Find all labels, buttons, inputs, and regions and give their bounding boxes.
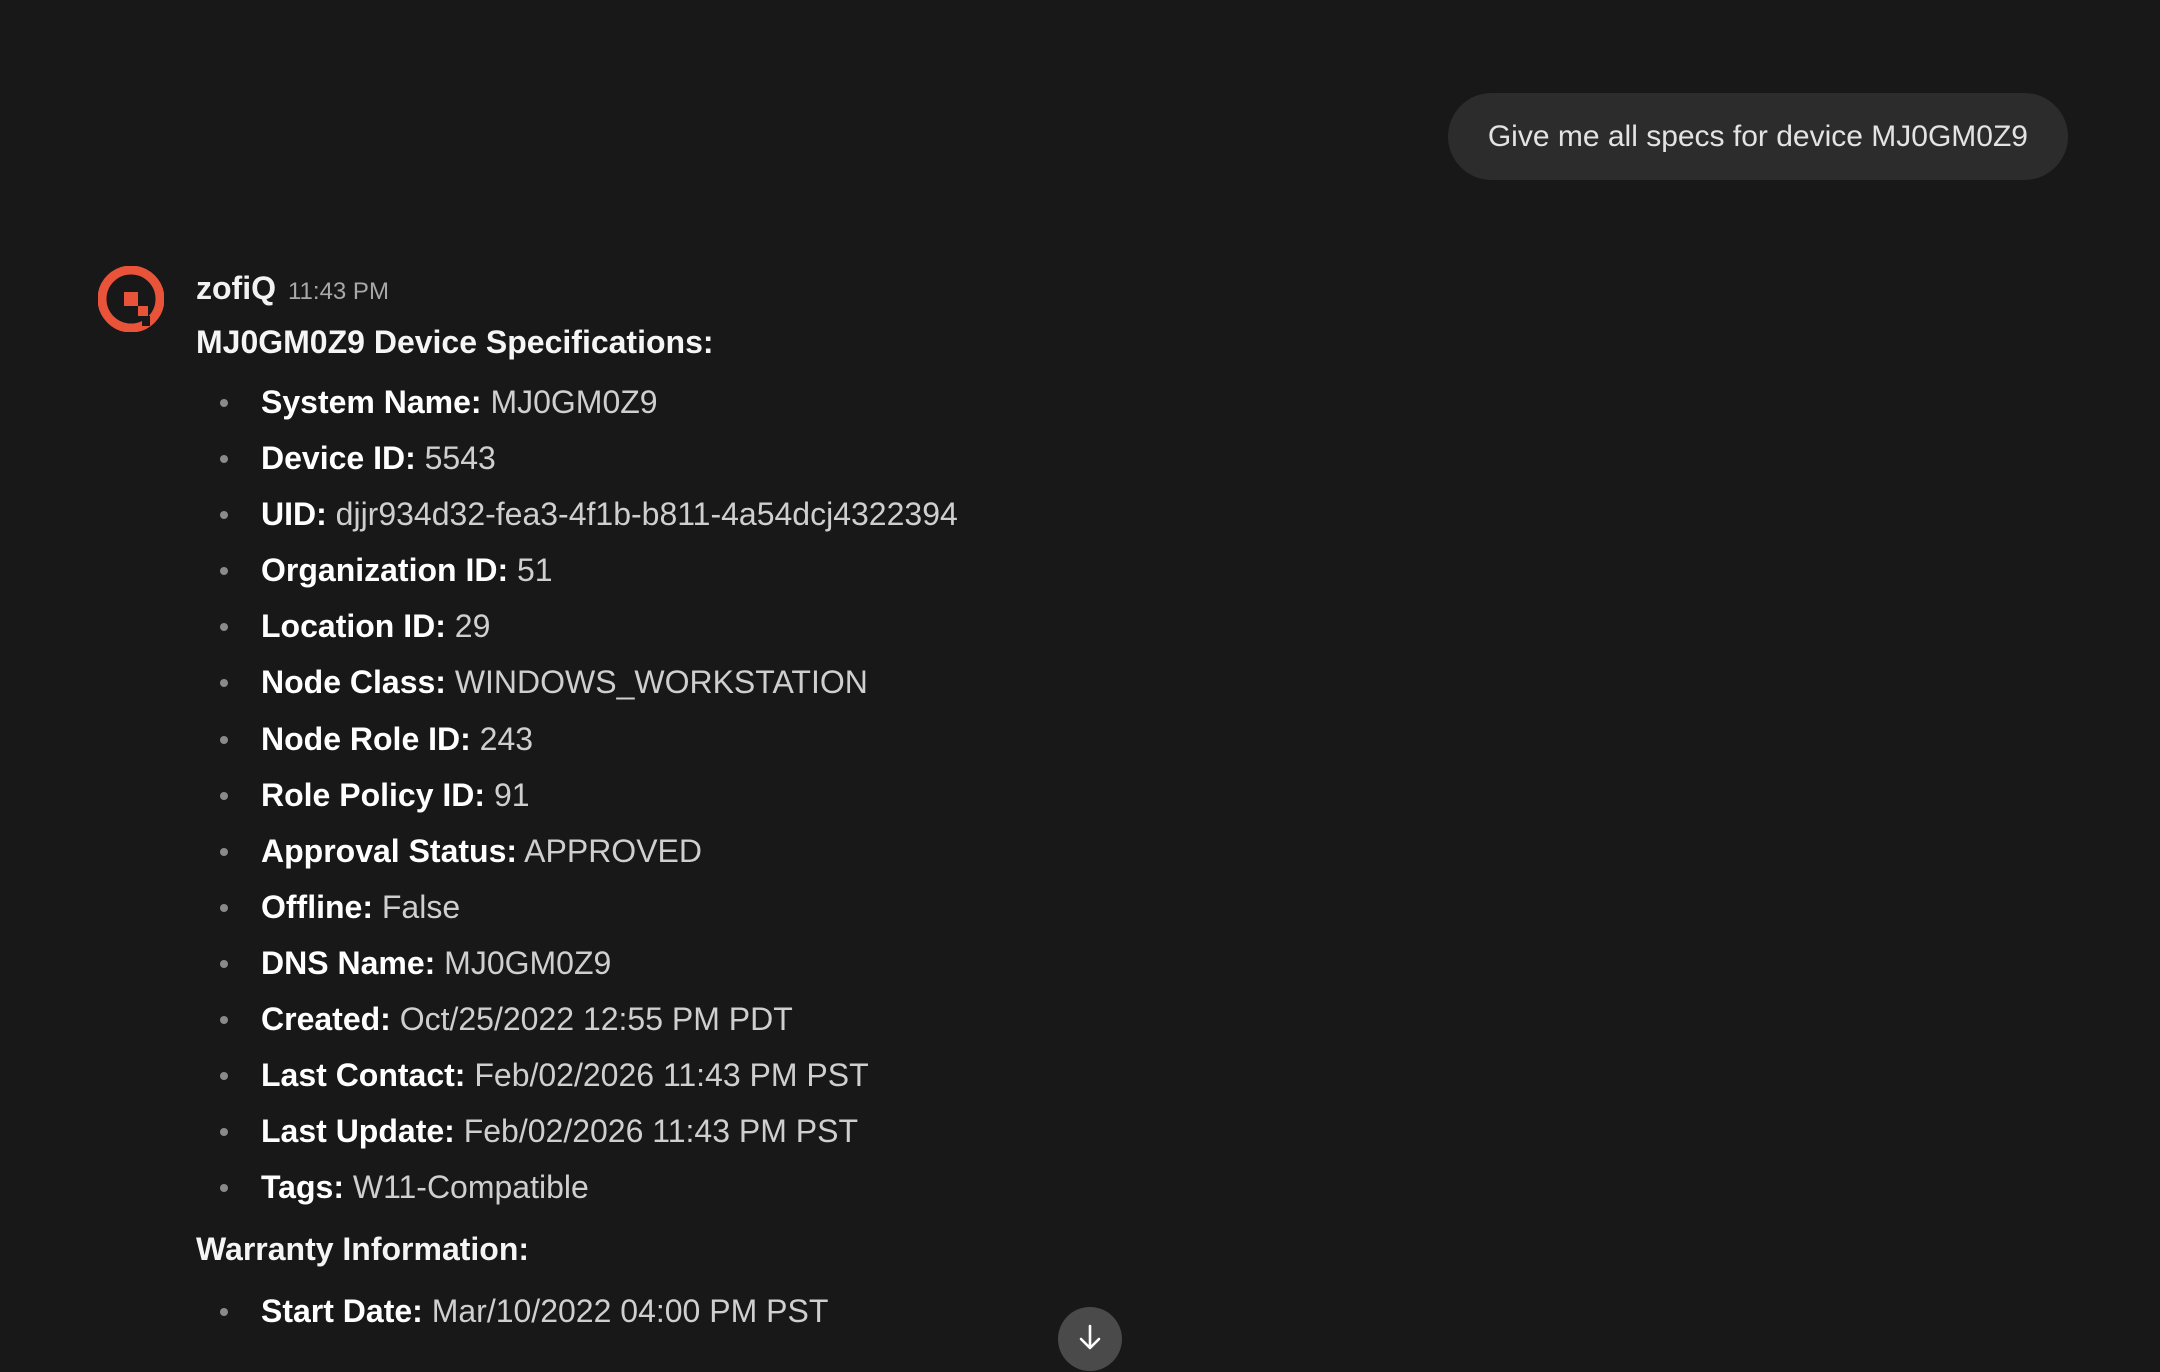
list-item: System Name: MJ0GM0Z9 bbox=[196, 374, 1696, 430]
bullet-icon bbox=[220, 791, 228, 800]
list-item: Role Policy ID: 91 bbox=[196, 767, 1696, 823]
spec-key: Location ID: bbox=[261, 608, 446, 645]
spec-value: 243 bbox=[479, 720, 534, 757]
bullet-icon bbox=[220, 679, 228, 688]
assistant-message: zofiQ 11:43 PM MJ0GM0Z9 Device Specifica… bbox=[196, 270, 1696, 1340]
bullet-icon bbox=[220, 735, 228, 744]
spec-key: Node Role ID: bbox=[261, 720, 471, 757]
spec-key: Tags: bbox=[261, 1169, 344, 1206]
spec-value: MJ0GM0Z9 bbox=[490, 384, 658, 420]
list-item: UID: djjr934d32-fea3-4f1b-b811-4a54dcj43… bbox=[196, 486, 1696, 542]
bullet-icon bbox=[220, 1072, 228, 1081]
bullet-icon bbox=[220, 959, 228, 968]
bullet-icon bbox=[220, 567, 228, 576]
spec-value: Feb/02/2026 11:43 PM PST bbox=[474, 1057, 869, 1094]
list-item: Created: Oct/25/2022 12:55 PM PDT bbox=[196, 991, 1696, 1047]
bullet-icon bbox=[220, 1016, 228, 1025]
bullet-icon bbox=[220, 511, 228, 520]
list-item: Offline: False bbox=[196, 879, 1696, 935]
warranty-title: Warranty Information: bbox=[196, 1231, 530, 1268]
list-item: Start Date: Mar/10/2022 04:00 PM PST bbox=[196, 1283, 1696, 1339]
spec-value: 51 bbox=[517, 552, 553, 589]
spec-value: False bbox=[381, 888, 461, 925]
spec-key: Role Policy ID: bbox=[261, 776, 486, 813]
zofiq-logo-icon bbox=[97, 265, 165, 333]
spec-value: Feb/02/2026 11:43 PM PST bbox=[463, 1113, 858, 1150]
spec-value: MJ0GM0Z9 bbox=[444, 944, 612, 981]
spec-value: W11-Compatible bbox=[352, 1169, 589, 1206]
list-item: Node Class: WINDOWS_WORKSTATION bbox=[196, 654, 1696, 710]
spec-value: 91 bbox=[493, 776, 530, 813]
message-header: zofiQ 11:43 PM bbox=[196, 270, 1696, 314]
spec-key: Device ID: bbox=[261, 440, 416, 477]
list-item: Node Role ID: 243 bbox=[196, 711, 1696, 767]
spec-key: System Name: bbox=[261, 384, 482, 420]
spec-key: Last Contact: bbox=[261, 1057, 466, 1094]
spec-key: Created: bbox=[261, 1001, 391, 1038]
spec-key: Last Update: bbox=[261, 1113, 455, 1150]
user-message-bubble: Give me all specs for device MJ0GM0Z9 bbox=[1447, 93, 2068, 180]
list-item: Device ID: 5543 bbox=[196, 430, 1696, 486]
spec-key: Approval Status: bbox=[261, 832, 518, 869]
spec-key: Organization ID: bbox=[261, 552, 509, 589]
specs-list: System Name: MJ0GM0Z9 Device ID: 5543 UID:… bbox=[196, 374, 1696, 1215]
spec-value: APPROVED bbox=[524, 832, 702, 869]
scroll-to-bottom-button[interactable] bbox=[1058, 1307, 1122, 1371]
spec-value: 5543 bbox=[424, 440, 496, 477]
spec-key: UID: bbox=[261, 496, 327, 533]
spec-key: Start Date: bbox=[261, 1293, 423, 1330]
bullet-icon bbox=[220, 1184, 228, 1193]
spec-value: Oct/25/2022 12:55 PM PDT bbox=[399, 1001, 793, 1038]
arrow-down-icon bbox=[1075, 1322, 1105, 1357]
user-message-text: Give me all specs for device MJ0GM0Z9 bbox=[1487, 119, 2028, 153]
spec-key: DNS Name: bbox=[261, 944, 436, 981]
spec-key: Offline: bbox=[261, 888, 373, 925]
spec-value: 29 bbox=[454, 608, 491, 645]
bullet-icon bbox=[220, 903, 228, 912]
list-item: Tags: W11-Compatible bbox=[196, 1159, 1696, 1215]
bullet-icon bbox=[220, 399, 228, 407]
list-item: Last Update: Feb/02/2026 11:43 PM PST bbox=[196, 1103, 1696, 1159]
message-timestamp: 11:43 PM bbox=[287, 278, 389, 305]
list-item: Location ID: 29 bbox=[196, 598, 1696, 654]
bullet-icon bbox=[220, 1308, 228, 1317]
bullet-icon bbox=[220, 847, 228, 856]
bullet-icon bbox=[220, 1128, 228, 1137]
spec-key: Node Class: bbox=[261, 664, 446, 701]
warranty-list: Start Date: Mar/10/2022 04:00 PM PST bbox=[196, 1283, 1696, 1339]
spec-value: djjr934d32-fea3-4f1b-b811-4a54dcj4322394 bbox=[335, 496, 958, 533]
bullet-icon bbox=[220, 623, 228, 632]
list-item: DNS Name: MJ0GM0Z9 bbox=[196, 935, 1696, 991]
assistant-name: zofiQ bbox=[196, 270, 276, 306]
chat-page: Give me all specs for device MJ0GM0Z9 zo… bbox=[0, 0, 2160, 1372]
specs-title: MJ0GM0Z9 Device Specifications: bbox=[196, 324, 714, 360]
spec-value: WINDOWS_WORKSTATION bbox=[454, 664, 868, 701]
bullet-icon bbox=[220, 455, 228, 464]
list-item: Last Contact: Feb/02/2026 11:43 PM PST bbox=[196, 1047, 1696, 1103]
list-item: Organization ID: 51 bbox=[196, 542, 1696, 598]
list-item: Approval Status: APPROVED bbox=[196, 823, 1696, 879]
spec-value: Mar/10/2022 04:00 PM PST bbox=[431, 1293, 829, 1330]
